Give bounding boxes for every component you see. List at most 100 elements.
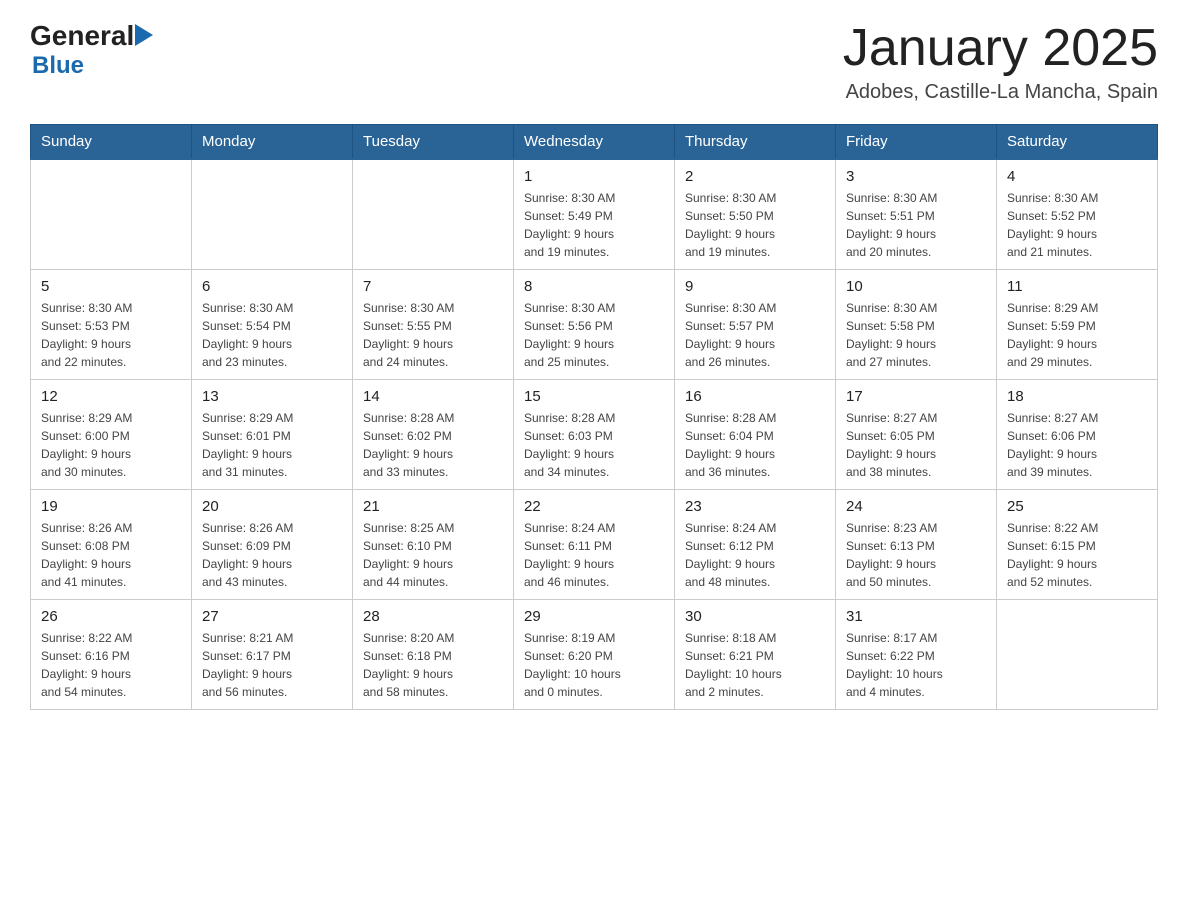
calendar-day-cell: 16Sunrise: 8:28 AMSunset: 6:04 PMDayligh… [675, 380, 836, 490]
day-number: 22 [524, 498, 664, 515]
calendar-day-cell: 30Sunrise: 8:18 AMSunset: 6:21 PMDayligh… [675, 600, 836, 710]
day-number: 20 [202, 498, 342, 515]
day-number: 10 [846, 278, 986, 295]
day-number: 24 [846, 498, 986, 515]
calendar-day-cell: 7Sunrise: 8:30 AMSunset: 5:55 PMDaylight… [353, 270, 514, 380]
day-info: Sunrise: 8:27 AMSunset: 6:06 PMDaylight:… [1007, 409, 1147, 481]
calendar-week-row: 26 Sunrise: 8:22 AMSunset: 6:16 PMDayligh… [31, 600, 1158, 710]
day-info: Sunrise: 8:30 AMSunset: 5:51 PMDaylight:… [846, 189, 986, 261]
day-number: 4 [1007, 168, 1147, 185]
calendar-day-cell: 19 Sunrise: 8:26 AMSunset: 6:08 PMDayligh… [31, 490, 192, 600]
page-header: General Blue January 2025 Adobes, Castil… [30, 20, 1158, 104]
day-info: Sunrise: 8:29 AMSunset: 5:59 PMDaylight:… [1007, 299, 1147, 371]
logo-general-text: General [30, 20, 134, 52]
day-number: 28 [363, 608, 503, 625]
calendar-day-cell: 26 Sunrise: 8:22 AMSunset: 6:16 PMDayligh… [31, 600, 192, 710]
calendar-week-row: 19 Sunrise: 8:26 AMSunset: 6:08 PMDayligh… [31, 490, 1158, 600]
day-info: Sunrise: 8:22 AMSunset: 6:15 PMDaylight:… [1007, 519, 1147, 591]
calendar-day-cell: 24 Sunrise: 8:23 AMSunset: 6:13 PMDayligh… [836, 490, 997, 600]
calendar-day-cell: 6 Sunrise: 8:30 AMSunset: 5:54 PMDaylight… [192, 270, 353, 380]
day-number: 31 [846, 608, 986, 625]
day-number: 29 [524, 608, 664, 625]
day-number: 18 [1007, 388, 1147, 405]
day-info: Sunrise: 8:30 AMSunset: 5:52 PMDaylight:… [1007, 189, 1147, 261]
calendar-week-row: 5 Sunrise: 8:30 AMSunset: 5:53 PMDaylight… [31, 270, 1158, 380]
day-number: 19 [41, 498, 181, 515]
calendar-day-cell: 22 Sunrise: 8:24 AMSunset: 6:11 PMDayligh… [514, 490, 675, 600]
calendar-day-cell: 10 Sunrise: 8:30 AMSunset: 5:58 PMDayligh… [836, 270, 997, 380]
day-number: 14 [363, 388, 503, 405]
day-info: Sunrise: 8:30 AMSunset: 5:53 PMDaylight:… [41, 299, 181, 371]
calendar-week-row: 12 Sunrise: 8:29 AMSunset: 6:00 PMDayligh… [31, 380, 1158, 490]
calendar-week-row: 1 Sunrise: 8:30 AMSunset: 5:49 PMDaylight… [31, 159, 1158, 270]
day-number: 27 [202, 608, 342, 625]
day-info: Sunrise: 8:30 AMSunset: 5:57 PMDaylight:… [685, 299, 825, 371]
day-info: Sunrise: 8:30 AMSunset: 5:54 PMDaylight:… [202, 299, 342, 371]
day-number: 15 [524, 388, 664, 405]
day-info: Sunrise: 8:29 AMSunset: 6:00 PMDaylight:… [41, 409, 181, 481]
calendar-day-cell: 15 Sunrise: 8:28 AMSunset: 6:03 PMDayligh… [514, 380, 675, 490]
day-number: 1 [524, 168, 664, 185]
day-info: Sunrise: 8:30 AMSunset: 5:56 PMDaylight:… [524, 299, 664, 371]
day-info: Sunrise: 8:30 AMSunset: 5:58 PMDaylight:… [846, 299, 986, 371]
calendar-day-cell: 31 Sunrise: 8:17 AMSunset: 6:22 PMDayligh… [836, 600, 997, 710]
calendar-day-cell: 18 Sunrise: 8:27 AMSunset: 6:06 PMDayligh… [997, 380, 1158, 490]
calendar-day-cell: 20Sunrise: 8:26 AMSunset: 6:09 PMDayligh… [192, 490, 353, 600]
day-info: Sunrise: 8:25 AMSunset: 6:10 PMDaylight:… [363, 519, 503, 591]
logo-blue-text: Blue [32, 52, 84, 79]
calendar-day-header: Saturday [997, 125, 1158, 160]
day-info: Sunrise: 8:27 AMSunset: 6:05 PMDaylight:… [846, 409, 986, 481]
calendar-header-row: SundayMondayTuesdayWednesdayThursdayFrid… [31, 125, 1158, 160]
day-number: 7 [363, 278, 503, 295]
calendar-day-cell: 17Sunrise: 8:27 AMSunset: 6:05 PMDayligh… [836, 380, 997, 490]
page-subtitle: Adobes, Castille-La Mancha, Spain [843, 81, 1158, 104]
day-number: 3 [846, 168, 986, 185]
calendar-day-header: Wednesday [514, 125, 675, 160]
title-section: January 2025 Adobes, Castille-La Mancha,… [843, 20, 1158, 104]
calendar-day-cell: 9 Sunrise: 8:30 AMSunset: 5:57 PMDaylight… [675, 270, 836, 380]
day-number: 26 [41, 608, 181, 625]
day-number: 11 [1007, 278, 1147, 295]
calendar-day-cell: 12 Sunrise: 8:29 AMSunset: 6:00 PMDayligh… [31, 380, 192, 490]
calendar-day-cell: 2Sunrise: 8:30 AMSunset: 5:50 PMDaylight… [675, 159, 836, 270]
day-info: Sunrise: 8:20 AMSunset: 6:18 PMDaylight:… [363, 629, 503, 701]
calendar-day-header: Sunday [31, 125, 192, 160]
calendar-day-cell [997, 600, 1158, 710]
calendar-day-cell: 27 Sunrise: 8:21 AMSunset: 6:17 PMDayligh… [192, 600, 353, 710]
calendar-day-cell: 8 Sunrise: 8:30 AMSunset: 5:56 PMDaylight… [514, 270, 675, 380]
calendar-day-cell: 4 Sunrise: 8:30 AMSunset: 5:52 PMDaylight… [997, 159, 1158, 270]
day-info: Sunrise: 8:23 AMSunset: 6:13 PMDaylight:… [846, 519, 986, 591]
calendar-day-header: Monday [192, 125, 353, 160]
day-info: Sunrise: 8:24 AMSunset: 6:11 PMDaylight:… [524, 519, 664, 591]
day-info: Sunrise: 8:21 AMSunset: 6:17 PMDaylight:… [202, 629, 342, 701]
day-info: Sunrise: 8:24 AMSunset: 6:12 PMDaylight:… [685, 519, 825, 591]
calendar-day-cell: 5 Sunrise: 8:30 AMSunset: 5:53 PMDaylight… [31, 270, 192, 380]
calendar-day-cell [31, 159, 192, 270]
day-info: Sunrise: 8:28 AMSunset: 6:04 PMDaylight:… [685, 409, 825, 481]
calendar-day-header: Friday [836, 125, 997, 160]
day-number: 23 [685, 498, 825, 515]
day-number: 8 [524, 278, 664, 295]
calendar-day-cell: 1 Sunrise: 8:30 AMSunset: 5:49 PMDaylight… [514, 159, 675, 270]
day-info: Sunrise: 8:30 AMSunset: 5:49 PMDaylight:… [524, 189, 664, 261]
day-info: Sunrise: 8:28 AMSunset: 6:02 PMDaylight:… [363, 409, 503, 481]
day-number: 25 [1007, 498, 1147, 515]
day-number: 5 [41, 278, 181, 295]
calendar-day-cell [353, 159, 514, 270]
day-number: 9 [685, 278, 825, 295]
day-info: Sunrise: 8:28 AMSunset: 6:03 PMDaylight:… [524, 409, 664, 481]
calendar-day-header: Thursday [675, 125, 836, 160]
calendar-day-cell: 3 Sunrise: 8:30 AMSunset: 5:51 PMDaylight… [836, 159, 997, 270]
logo: General Blue [30, 20, 153, 80]
day-number: 2 [685, 168, 825, 185]
day-number: 6 [202, 278, 342, 295]
calendar-day-cell: 29Sunrise: 8:19 AMSunset: 6:20 PMDayligh… [514, 600, 675, 710]
day-info: Sunrise: 8:22 AMSunset: 6:16 PMDaylight:… [41, 629, 181, 701]
day-info: Sunrise: 8:17 AMSunset: 6:22 PMDaylight:… [846, 629, 986, 701]
calendar-day-cell: 14 Sunrise: 8:28 AMSunset: 6:02 PMDayligh… [353, 380, 514, 490]
day-info: Sunrise: 8:26 AMSunset: 6:08 PMDaylight:… [41, 519, 181, 591]
calendar-day-cell: 25 Sunrise: 8:22 AMSunset: 6:15 PMDayligh… [997, 490, 1158, 600]
day-number: 12 [41, 388, 181, 405]
calendar-table: SundayMondayTuesdayWednesdayThursdayFrid… [30, 124, 1158, 710]
calendar-day-cell: 11 Sunrise: 8:29 AMSunset: 5:59 PMDayligh… [997, 270, 1158, 380]
